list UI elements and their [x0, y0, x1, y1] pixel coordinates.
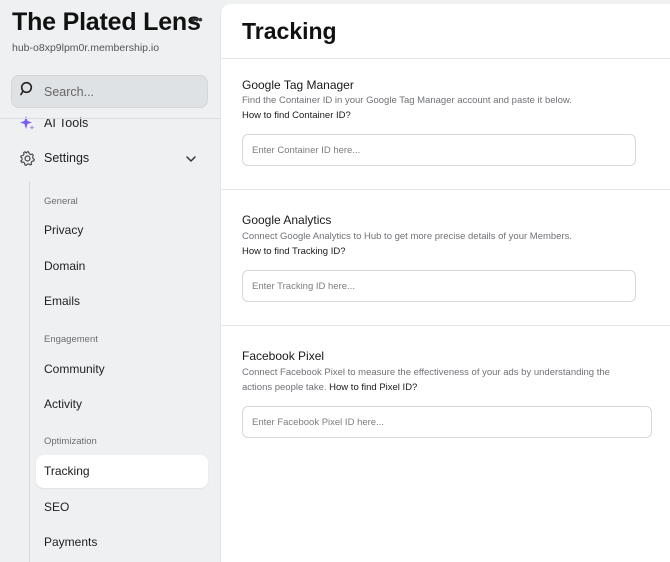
- ga-description: Connect Google Analytics to Hub to get m…: [242, 231, 573, 242]
- sidebar-item-emails[interactable]: Emails: [44, 294, 80, 308]
- more-options-icon[interactable]: •••: [191, 12, 203, 27]
- gtm-description: Find the Container ID in your Google Tag…: [242, 95, 572, 106]
- section-divider: [221, 189, 670, 190]
- gtm-help-link[interactable]: How to find Container ID?: [242, 110, 351, 121]
- group-label-general: General: [44, 196, 78, 207]
- sidebar-item-tracking[interactable]: Tracking: [36, 455, 208, 488]
- search-box[interactable]: [11, 75, 208, 108]
- sidebar-item-tracking-label: Tracking: [44, 464, 90, 478]
- sidebar-item-seo[interactable]: SEO: [44, 500, 69, 514]
- pixel-id-field[interactable]: [242, 406, 652, 438]
- sidebar: The Plated Lens ••• hub-o8xp9lpm0r.membe…: [0, 0, 220, 562]
- tracking-id-field[interactable]: [242, 270, 636, 302]
- fb-help-link[interactable]: How to find Pixel ID?: [329, 382, 417, 393]
- container-id-field[interactable]: [242, 134, 636, 166]
- sidebar-item-activity[interactable]: Activity: [44, 397, 82, 411]
- site-title: The Plated Lens: [12, 8, 201, 36]
- group-label-optimization: Optimization: [44, 436, 97, 447]
- gear-icon: [18, 149, 36, 167]
- fb-description-line2: actions people take. How to find Pixel I…: [242, 380, 417, 395]
- site-url: hub-o8xp9lpm0r.membership.io: [12, 42, 160, 54]
- sidebar-divider: [0, 118, 220, 119]
- nav-settings[interactable]: Settings: [18, 149, 89, 167]
- ga-title: Google Analytics: [242, 213, 332, 227]
- page-title: Tracking: [242, 18, 337, 44]
- submenu-rail: [29, 182, 30, 562]
- nav-settings-label: Settings: [44, 151, 90, 165]
- gtm-title: Google Tag Manager: [242, 78, 354, 92]
- search-icon: [20, 81, 36, 102]
- fb-title: Facebook Pixel: [242, 349, 325, 363]
- header-divider: [221, 58, 670, 59]
- pixel-id-input[interactable]: [243, 407, 651, 437]
- search-input[interactable]: [44, 84, 194, 99]
- chevron-down-icon[interactable]: [185, 152, 197, 164]
- fb-description-text: actions people take.: [242, 382, 327, 393]
- tracking-id-input[interactable]: [243, 271, 635, 301]
- fb-description-line1: Connect Facebook Pixel to measure the ef…: [242, 367, 610, 378]
- sidebar-item-privacy[interactable]: Privacy: [44, 223, 83, 237]
- sparkle-icon: [18, 114, 36, 132]
- group-label-engagement: Engagement: [44, 334, 98, 345]
- sidebar-item-community[interactable]: Community: [44, 362, 105, 376]
- container-id-input[interactable]: [243, 135, 635, 165]
- sidebar-item-domain[interactable]: Domain: [44, 259, 85, 273]
- main-panel: Tracking Google Tag Manager Find the Con…: [220, 4, 670, 562]
- ga-help-link[interactable]: How to find Tracking ID?: [242, 246, 346, 257]
- section-divider: [221, 325, 670, 326]
- nav-ai-tools[interactable]: AI Tools: [18, 114, 88, 132]
- sidebar-item-payments[interactable]: Payments: [44, 535, 97, 549]
